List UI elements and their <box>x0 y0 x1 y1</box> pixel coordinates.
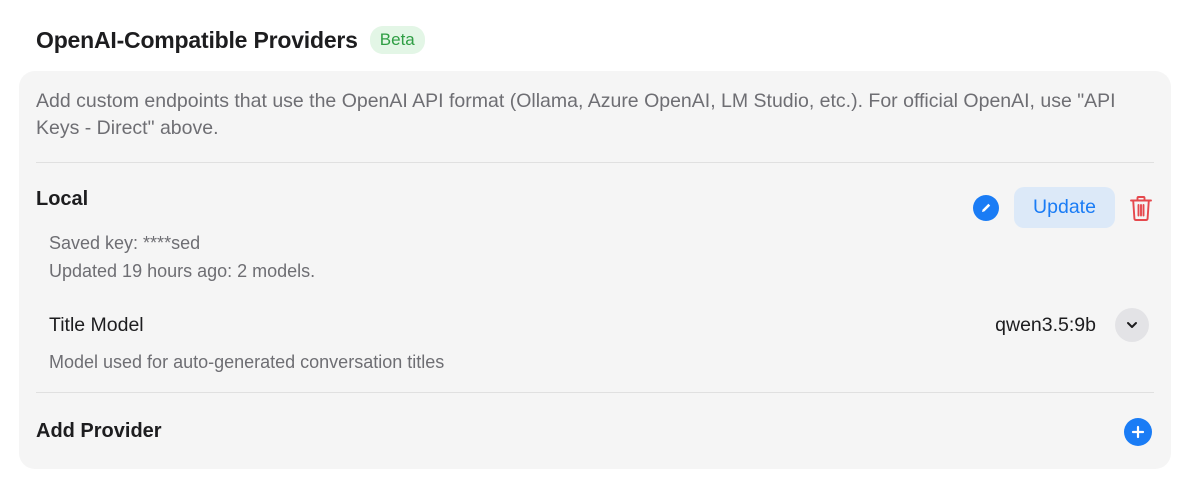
add-provider-button[interactable] <box>1124 418 1152 446</box>
settings-page: OpenAI-Compatible Providers Beta Add cus… <box>0 0 1200 485</box>
beta-badge: Beta <box>369 26 425 54</box>
title-model-label: Title Model <box>49 314 144 336</box>
chevron-down-icon <box>1127 322 1137 328</box>
update-button[interactable]: Update <box>1014 187 1115 228</box>
add-provider-label: Add Provider <box>36 420 162 442</box>
provider-name: Local <box>36 188 89 210</box>
section-title: OpenAI-Compatible Providers <box>36 26 358 53</box>
title-model-value[interactable]: qwen3.5:9b <box>995 314 1096 337</box>
providers-card: Add custom endpoints that use the OpenAI… <box>19 71 1171 469</box>
divider <box>36 162 1154 163</box>
title-model-dropdown[interactable] <box>1115 308 1149 342</box>
title-model-help: Model used for auto-generated conversati… <box>49 352 445 372</box>
trash-icon <box>1130 195 1152 221</box>
edit-provider-button[interactable] <box>973 195 999 221</box>
divider <box>36 392 1154 393</box>
pencil-icon <box>982 203 991 212</box>
delete-provider-button[interactable] <box>1127 193 1155 223</box>
section-header: OpenAI-Compatible Providers Beta <box>36 22 425 58</box>
providers-description: Add custom endpoints that use the OpenAI… <box>36 90 1116 139</box>
plus-icon <box>1131 425 1145 439</box>
saved-key-text: Saved key: ****sed <box>49 233 201 253</box>
updated-text: Updated 19 hours ago: 2 models. <box>49 261 316 281</box>
